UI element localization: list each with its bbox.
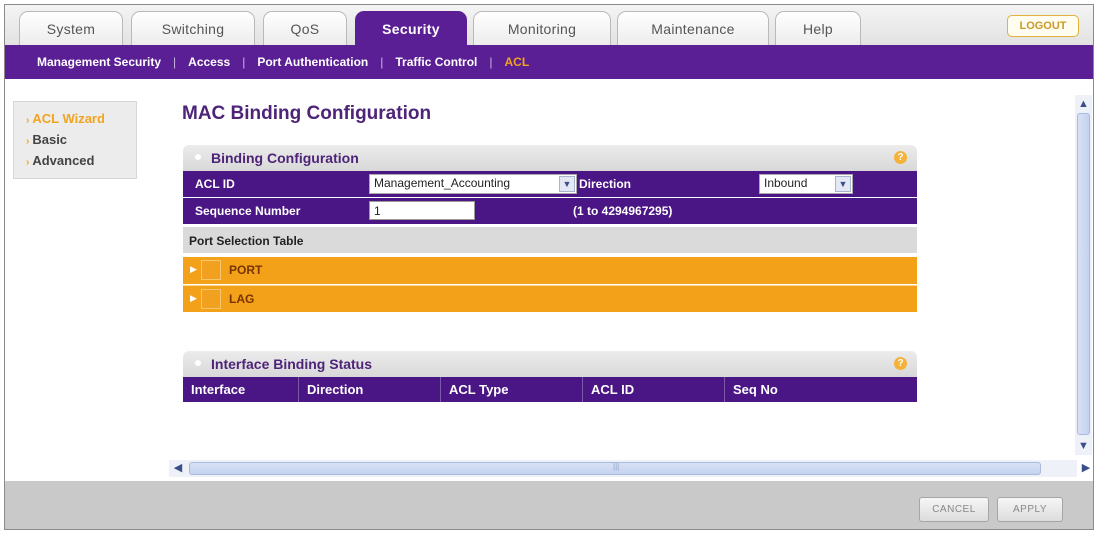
chevron-down-icon: ▼ (835, 176, 851, 192)
column-acl-type: ACL Type (441, 377, 583, 402)
subnav-port-authentication[interactable]: Port Authentication (257, 55, 368, 69)
column-seq-no: Seq No (733, 382, 778, 397)
expand-arrow-icon: ▶ (190, 264, 197, 274)
direction-selected-value: Inbound (764, 176, 808, 190)
chevron-right-icon: › (26, 136, 30, 147)
vertical-scroll-thumb[interactable] (1077, 113, 1090, 435)
apply-button[interactable]: APPLY (997, 497, 1063, 522)
column-interface: Interface (183, 377, 299, 402)
left-menu-acl-wizard[interactable]: › ACL Wizard (26, 108, 136, 129)
acl-id-row: ACL ID Management_Accounting ▼ Direction… (183, 171, 917, 197)
tab-security[interactable]: Security (355, 11, 467, 45)
page-title: MAC Binding Configuration (182, 103, 432, 124)
acl-id-select[interactable]: Management_Accounting ▼ (369, 174, 577, 194)
cancel-button[interactable]: CANCEL (919, 497, 989, 522)
left-menu-label: Basic (32, 132, 68, 147)
expand-arrow-icon: ▶ (190, 293, 197, 303)
app-window: System Switching QoS Security Monitoring… (4, 4, 1094, 530)
left-menu-basic[interactable]: › Basic (26, 129, 136, 150)
column-direction: Direction (299, 377, 441, 402)
chevron-right-icon: › (26, 157, 30, 168)
lag-row-label: LAG (229, 292, 255, 306)
footer-bar: CANCEL APPLY (5, 481, 1093, 529)
left-menu-advanced[interactable]: › Advanced (26, 150, 136, 171)
interface-binding-table-header: Interface Direction ACL Type ACL ID Seq … (183, 377, 917, 402)
left-menu: › ACL Wizard › Basic › Advanced (13, 101, 137, 179)
chevron-right-icon: › (26, 115, 30, 126)
horizontal-scrollbar[interactable]: ◀ ||| ▶ (169, 460, 1090, 477)
subnav-separator: | (380, 55, 384, 69)
subnav-management-security[interactable]: Management Security (37, 55, 161, 69)
left-menu-label: ACL Wizard (32, 111, 105, 126)
help-icon[interactable]: ? (894, 151, 907, 164)
bullet-icon (195, 360, 201, 366)
left-menu-label: Advanced (32, 153, 95, 168)
bullet-icon (195, 154, 201, 160)
section-title: Binding Configuration (211, 150, 359, 166)
sequence-number-input[interactable] (369, 201, 475, 220)
tab-system[interactable]: System (19, 11, 123, 45)
vertical-scrollbar[interactable]: ▲ ▼ (1075, 95, 1092, 455)
port-selection-title: Port Selection Table (189, 234, 304, 248)
scroll-grip-icon: ||| (613, 462, 620, 471)
lag-select-box[interactable] (201, 289, 221, 309)
scroll-left-icon[interactable]: ◀ (171, 461, 185, 475)
scroll-down-icon[interactable]: ▼ (1077, 439, 1090, 453)
tab-qos[interactable]: QoS (263, 11, 347, 45)
chevron-down-icon: ▼ (559, 176, 575, 192)
subnav-acl[interactable]: ACL (505, 55, 530, 69)
subnav-access[interactable]: Access (188, 55, 230, 69)
subnav-traffic-control[interactable]: Traffic Control (395, 55, 477, 69)
tab-switching[interactable]: Switching (131, 11, 255, 45)
sub-navigation: Management Security | Access | Port Auth… (5, 45, 1093, 79)
scroll-up-icon[interactable]: ▲ (1077, 97, 1090, 111)
sequence-number-label: Sequence Number (195, 204, 301, 218)
scroll-right-icon[interactable]: ▶ (1079, 461, 1093, 475)
tab-help[interactable]: Help (775, 11, 861, 45)
direction-select[interactable]: Inbound ▼ (759, 174, 853, 194)
port-row[interactable]: ▶ PORT (183, 257, 917, 284)
logout-button[interactable]: LOGOUT (1007, 15, 1079, 37)
lag-row[interactable]: ▶ LAG (183, 285, 917, 312)
section-title: Interface Binding Status (211, 356, 373, 372)
main-tab-bar: System Switching QoS Security Monitoring… (5, 5, 1093, 45)
subnav-separator: | (489, 55, 493, 69)
binding-configuration-header: Binding Configuration ? (183, 145, 917, 171)
tab-maintenance[interactable]: Maintenance (617, 11, 769, 45)
port-selection-table-header: Port Selection Table (183, 227, 917, 253)
port-row-label: PORT (229, 263, 263, 277)
interface-binding-status-header: Interface Binding Status ? (183, 351, 917, 377)
subnav-separator: | (173, 55, 177, 69)
acl-id-selected-value: Management_Accounting (374, 176, 511, 190)
sequence-range-hint: (1 to 4294967295) (573, 204, 673, 218)
subnav-separator: | (242, 55, 246, 69)
acl-id-label: ACL ID (195, 177, 235, 191)
column-acl-id: ACL ID (583, 377, 725, 402)
tab-monitoring[interactable]: Monitoring (473, 11, 611, 45)
help-icon[interactable]: ? (894, 357, 907, 370)
sequence-number-row: Sequence Number (1 to 4294967295) (183, 198, 917, 224)
direction-label: Direction (579, 177, 632, 191)
port-select-box[interactable] (201, 260, 221, 280)
